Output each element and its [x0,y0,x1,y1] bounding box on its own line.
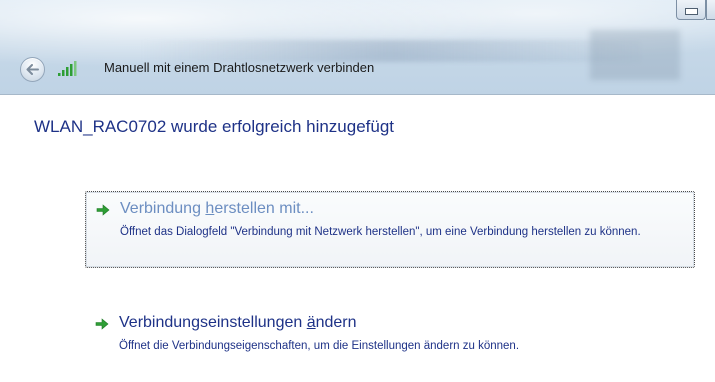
access-key-letter: h [205,200,215,217]
back-arrow-icon [26,64,39,75]
option-title-text: erstellen mit... [214,200,314,217]
change-settings-option[interactable]: Verbindungseinstellungen ändern Öffnet d… [85,303,695,353]
access-key-letter: ä [306,314,316,331]
dialog-content: WLAN_RAC0702 wurde erfolgreich hinzugefü… [0,95,715,382]
option-title-text: Verbindungseinstellungen [119,314,307,331]
option-description: Öffnet die Verbindungseigenschaften, um … [119,340,520,352]
wireless-signal-icon [58,61,77,76]
back-button[interactable] [20,57,45,82]
maximize-button[interactable] [706,0,715,20]
connect-to-option[interactable]: Verbindung herstellen mit... Öffnet das … [85,191,695,268]
minimize-icon [684,8,698,15]
window-titlebar: Manuell mit einem Drahtlosnetzwerk verbi… [0,0,715,95]
window-title: Manuell mit einem Drahtlosnetzwerk verbi… [104,60,375,75]
background-blur [140,40,640,62]
background-blur [590,30,680,80]
page-title: WLAN_RAC0702 wurde erfolgreich hinzugefü… [34,117,395,136]
green-arrow-icon [96,204,110,216]
change-settings-link[interactable]: Verbindungseinstellungen ändern [119,314,357,332]
option-title-text: Verbindung [120,200,206,217]
option-title-text: ndern [315,314,357,331]
connect-to-link[interactable]: Verbindung herstellen mit... [120,200,314,218]
green-arrow-icon [95,318,109,330]
minimize-button[interactable] [676,0,706,20]
option-description: Öffnet das Dialogfeld "Verbindung mit Ne… [120,226,641,238]
